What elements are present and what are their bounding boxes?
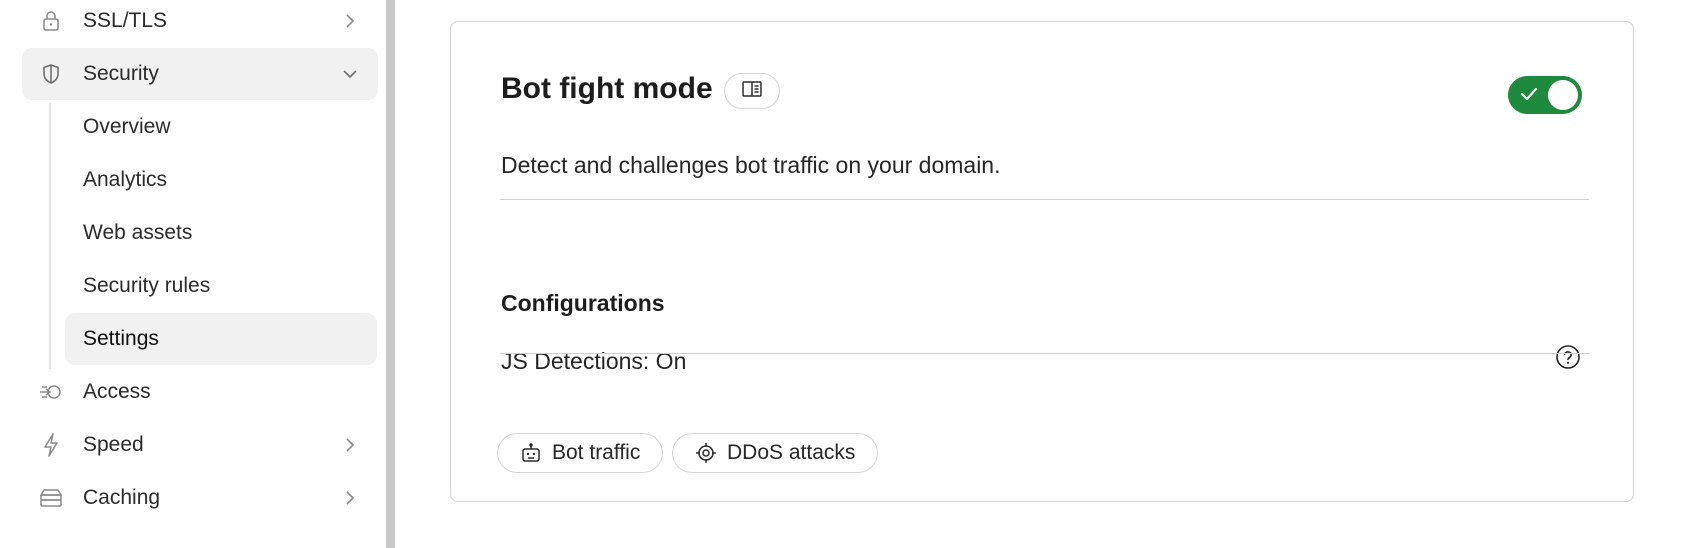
chevron-right-icon <box>340 11 360 31</box>
access-icon <box>39 380 63 404</box>
caching-icon <box>39 486 63 510</box>
app: SSL/TLS Security Overview Analytics Web … <box>0 0 1688 548</box>
sidebar-item-label: Security <box>83 62 159 85</box>
checkmark-icon <box>1520 86 1538 107</box>
bot-fight-mode-toggle[interactable] <box>1508 76 1582 114</box>
chip-label: Bot traffic <box>552 441 641 464</box>
chevron-right-icon <box>340 488 360 508</box>
sidebar-subitem-web-assets[interactable]: Web assets <box>65 207 377 259</box>
sidebar-subitem-label: Security rules <box>83 274 211 297</box>
sidebar-subitem-settings[interactable]: Settings <box>65 313 377 365</box>
divider <box>500 199 1589 200</box>
sidebar-item-access[interactable]: Access <box>22 366 378 418</box>
ddos-attacks-chip[interactable]: DDoS attacks <box>672 433 879 473</box>
docs-button[interactable] <box>724 73 780 109</box>
toggle-knob <box>1548 80 1578 110</box>
sidebar-subitem-label: Web assets <box>83 221 193 244</box>
sidebar-subitem-overview[interactable]: Overview <box>65 101 377 153</box>
target-icon <box>695 442 717 464</box>
card-title: Bot fight mode <box>501 72 713 105</box>
sidebar-subitem-label: Analytics <box>83 168 168 191</box>
submenu-guide-line <box>49 103 51 369</box>
sidebar-item-label: Speed <box>83 433 144 456</box>
divider <box>500 353 1589 354</box>
chevron-down-icon <box>340 64 360 84</box>
sidebar-subitem-security-rules[interactable]: Security rules <box>65 260 377 312</box>
sidebar: SSL/TLS Security Overview Analytics Web … <box>0 0 386 548</box>
sidebar-item-label: Caching <box>83 486 161 509</box>
sidebar-item-ssl-tls[interactable]: SSL/TLS <box>22 0 378 47</box>
sidebar-subitem-analytics[interactable]: Analytics <box>65 154 377 206</box>
sidebar-item-security[interactable]: Security <box>22 48 378 100</box>
bot-fight-mode-card: Bot fight mode Detect and challenges bot… <box>450 21 1634 502</box>
configurations-heading: Configurations <box>501 290 665 316</box>
chevron-right-icon <box>340 435 360 455</box>
question-circle-icon[interactable] <box>1555 344 1581 375</box>
shield-icon <box>39 62 63 86</box>
card-description: Detect and challenges bot traffic on you… <box>501 152 1001 178</box>
lock-icon <box>39 9 63 33</box>
sidebar-subitem-label: Settings <box>83 327 159 350</box>
book-icon <box>741 80 763 103</box>
sidebar-resize-handle[interactable] <box>386 0 395 548</box>
sidebar-subitem-label: Overview <box>83 115 171 138</box>
sidebar-item-speed[interactable]: Speed <box>22 419 378 471</box>
sidebar-item-label: Access <box>83 380 151 403</box>
sidebar-item-label: SSL/TLS <box>83 9 168 32</box>
robot-icon <box>520 442 542 464</box>
sidebar-item-caching[interactable]: Caching <box>22 472 378 524</box>
lightning-icon <box>39 433 63 457</box>
bot-traffic-chip[interactable]: Bot traffic <box>497 433 664 473</box>
chip-label: DDoS attacks <box>727 441 856 464</box>
